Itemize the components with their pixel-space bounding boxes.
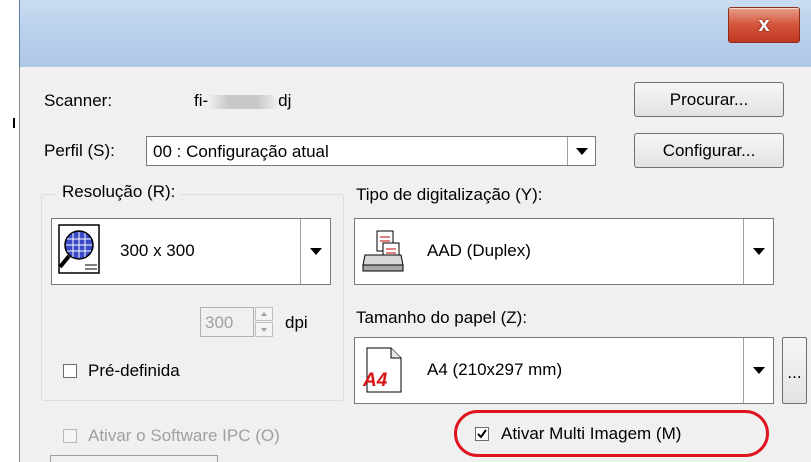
resolution-dropdown-button[interactable]	[300, 219, 330, 284]
paper-size-dropdown-button[interactable]	[743, 338, 773, 403]
paper-a4-icon: A4	[361, 346, 407, 396]
profile-dropdown-button[interactable]	[567, 137, 595, 165]
configure-button[interactable]: Configurar...	[634, 133, 784, 168]
chevron-down-icon	[261, 328, 267, 332]
chevron-down-icon	[753, 367, 765, 374]
resolution-value: 300 x 300	[120, 241, 195, 260]
resolution-icon	[57, 223, 103, 279]
adf-duplex-icon	[361, 229, 405, 275]
multi-image-label: Ativar Multi Imagem (M)	[501, 424, 682, 443]
scan-type-select[interactable]: AAD (Duplex)	[354, 218, 774, 285]
scan-type-label: Tipo de digitalização (Y):	[356, 185, 543, 204]
checkmark-icon	[477, 429, 487, 439]
resolution-group-label: Resolução (R):	[56, 182, 182, 202]
scanner-label: Scanner:	[44, 91, 113, 110]
scanner-dialog: Scanner: fi-dj Procurar... Perfil (S): 0…	[19, 67, 811, 462]
profile-label: Perfil (S):	[44, 141, 115, 160]
chevron-down-icon	[753, 248, 765, 255]
paper-a4-icon-text: A4	[363, 370, 388, 391]
ipc-label: Ativar o Software IPC (O)	[88, 426, 280, 445]
scan-type-value: AAD (Duplex)	[427, 241, 531, 260]
close-button[interactable]: x	[728, 7, 800, 43]
paper-size-select[interactable]: A4 A4 (210x297 mm)	[354, 337, 774, 404]
profile-value: 00 : Configuração atual	[153, 142, 329, 161]
close-icon: x	[758, 14, 770, 36]
profile-select[interactable]: 00 : Configuração atual	[146, 136, 596, 166]
scanner-model-prefix: fi-	[194, 91, 209, 110]
dpi-value: 300	[205, 313, 234, 332]
browse-button[interactable]: Procurar...	[634, 82, 784, 117]
chevron-down-icon	[310, 248, 322, 255]
scanner-model-redaction	[208, 94, 279, 109]
dpi-down-button[interactable]	[255, 322, 273, 337]
ipc-checkbox[interactable]	[63, 429, 77, 443]
scanner-model: fi-dj	[194, 91, 291, 111]
predefined-label: Pré-definida	[88, 361, 180, 380]
title-bar	[19, 0, 811, 67]
paper-size-label: Tamanho do papel (Z):	[356, 308, 528, 327]
predefined-checkbox[interactable]	[63, 364, 77, 378]
dpi-unit: dpi	[285, 313, 308, 332]
paper-size-value: A4 (210x297 mm)	[427, 360, 563, 379]
chevron-down-icon	[576, 148, 588, 155]
scan-type-dropdown-button[interactable]	[743, 219, 773, 284]
partial-button[interactable]	[50, 455, 218, 462]
dpi-spinner[interactable]: 300	[200, 307, 254, 337]
dpi-up-button[interactable]	[255, 307, 273, 321]
multi-image-checkbox[interactable]	[475, 427, 489, 441]
scanner-model-suffix: dj	[278, 91, 292, 110]
dpi-stepper[interactable]	[255, 307, 273, 337]
paper-size-more-button[interactable]: ...	[782, 337, 807, 404]
chevron-up-icon	[261, 312, 267, 316]
left-edge-mark	[13, 118, 15, 128]
resolution-select[interactable]: 300 x 300	[51, 218, 331, 285]
